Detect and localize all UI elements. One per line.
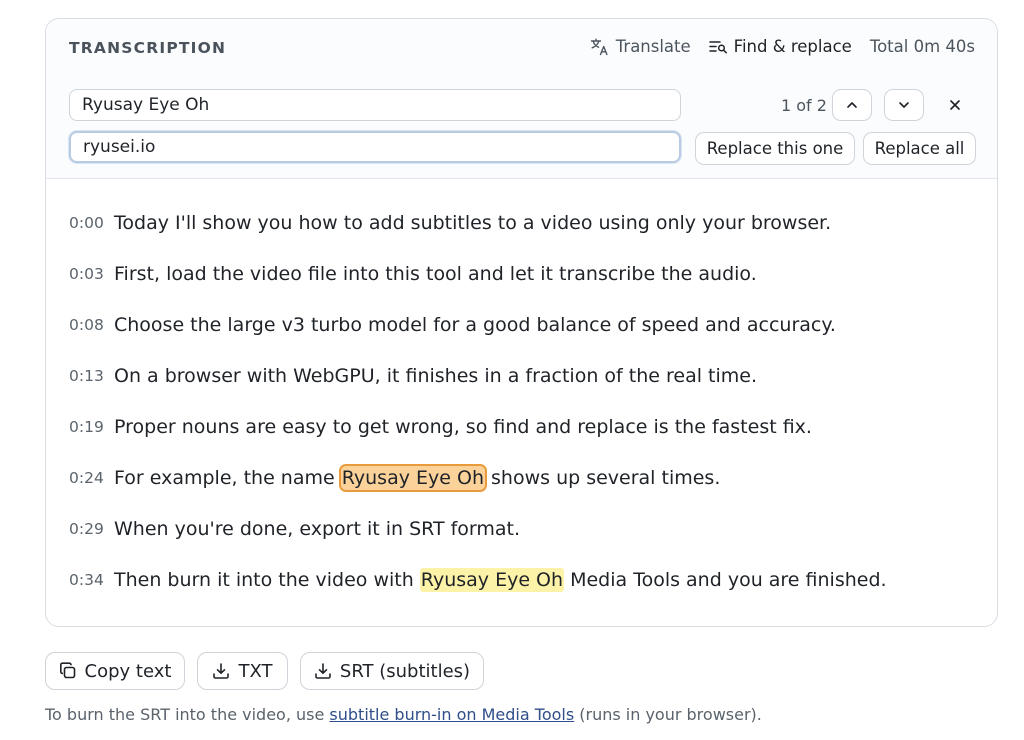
chevron-down-icon xyxy=(898,101,910,109)
timestamp[interactable]: 0:00 xyxy=(69,214,114,232)
transcript-line[interactable]: 0:03 First, load the video file into thi… xyxy=(69,259,757,289)
copy-text-button[interactable]: Copy text xyxy=(45,652,185,690)
chevron-up-icon xyxy=(846,101,858,109)
line-text: Choose the large v3 turbo model for a go… xyxy=(114,314,836,336)
line-text: Proper nouns are easy to get wrong, so f… xyxy=(114,416,812,438)
note-text: To burn the SRT into the video, use xyxy=(45,705,330,724)
find-replace-bar: 1 of 2 Replace this one Replace all xyxy=(46,77,997,179)
current-match-highlight[interactable]: Ryusay Eye Oh xyxy=(338,464,487,492)
close-find-button[interactable] xyxy=(942,91,968,119)
copy-icon xyxy=(59,662,77,680)
timestamp[interactable]: 0:13 xyxy=(69,367,114,385)
download-txt-label: TXT xyxy=(238,660,273,682)
download-srt-label: SRT (subtitles) xyxy=(339,660,471,682)
transcript-line[interactable]: 0:29 When you're done, export it in SRT … xyxy=(69,514,520,544)
translate-label: Translate xyxy=(615,37,691,56)
replace-this-one-button[interactable]: Replace this one xyxy=(695,132,855,165)
burn-in-note: To burn the SRT into the video, use subt… xyxy=(45,705,762,724)
section-title: TRANSCRIPTION xyxy=(69,39,227,57)
header-actions: Translate Find & replace Total 0m 40s xyxy=(590,37,975,56)
translate-icon xyxy=(590,38,610,56)
find-replace-toggle[interactable]: Find & replace xyxy=(708,37,852,56)
close-icon xyxy=(949,99,961,111)
panel-header: TRANSCRIPTION Translate Find & replace T… xyxy=(46,19,997,78)
download-txt-button[interactable]: TXT xyxy=(197,652,288,690)
transcript-line[interactable]: 0:13 On a browser with WebGPU, it finish… xyxy=(69,361,757,391)
note-text-end: (runs in your browser). xyxy=(574,705,762,724)
line-text: Today I'll show you how to add subtitles… xyxy=(114,212,832,234)
translate-button[interactable]: Translate xyxy=(590,37,691,56)
find-input[interactable] xyxy=(69,89,681,121)
match-highlight[interactable]: Ryusay Eye Oh xyxy=(419,568,565,592)
replace-all-button[interactable]: Replace all xyxy=(863,132,976,165)
download-icon xyxy=(314,662,332,680)
previous-match-button[interactable] xyxy=(832,89,872,121)
replace-input[interactable] xyxy=(69,131,681,163)
timestamp[interactable]: 0:24 xyxy=(69,469,114,487)
transcript-line[interactable]: 0:19 Proper nouns are easy to get wrong,… xyxy=(69,412,812,442)
timestamp[interactable]: 0:08 xyxy=(69,316,114,334)
line-text: Then burn it into the video with Ryusay … xyxy=(114,568,887,592)
timestamp[interactable]: 0:19 xyxy=(69,418,114,436)
line-text: For example, the name Ryusay Eye Oh show… xyxy=(114,464,721,492)
burn-in-link[interactable]: subtitle burn-in on Media Tools xyxy=(329,705,574,724)
find-replace-icon xyxy=(708,40,728,54)
transcript-line[interactable]: 0:08 Choose the large v3 turbo model for… xyxy=(69,310,836,340)
transcript-line[interactable]: 0:34 Then burn it into the video with Ry… xyxy=(69,565,887,595)
line-text: On a browser with WebGPU, it finishes in… xyxy=(114,365,757,387)
transcript-line[interactable]: 0:24 For example, the name Ryusay Eye Oh… xyxy=(69,463,720,493)
download-srt-button[interactable]: SRT (subtitles) xyxy=(300,652,484,690)
transcription-panel: TRANSCRIPTION Translate Find & replace T… xyxy=(45,18,998,627)
timestamp[interactable]: 0:03 xyxy=(69,265,114,283)
timestamp[interactable]: 0:34 xyxy=(69,571,114,589)
total-duration: Total 0m 40s xyxy=(869,37,975,56)
download-icon xyxy=(212,662,230,680)
match-counter: 1 of 2 xyxy=(781,96,827,115)
find-replace-label: Find & replace xyxy=(733,37,852,56)
copy-text-label: Copy text xyxy=(84,660,172,682)
line-text: First, load the video file into this too… xyxy=(114,263,757,285)
transcript-line[interactable]: 0:00 Today I'll show you how to add subt… xyxy=(69,208,831,238)
timestamp[interactable]: 0:29 xyxy=(69,520,114,538)
line-text: When you're done, export it in SRT forma… xyxy=(114,518,521,540)
next-match-button[interactable] xyxy=(884,89,924,121)
